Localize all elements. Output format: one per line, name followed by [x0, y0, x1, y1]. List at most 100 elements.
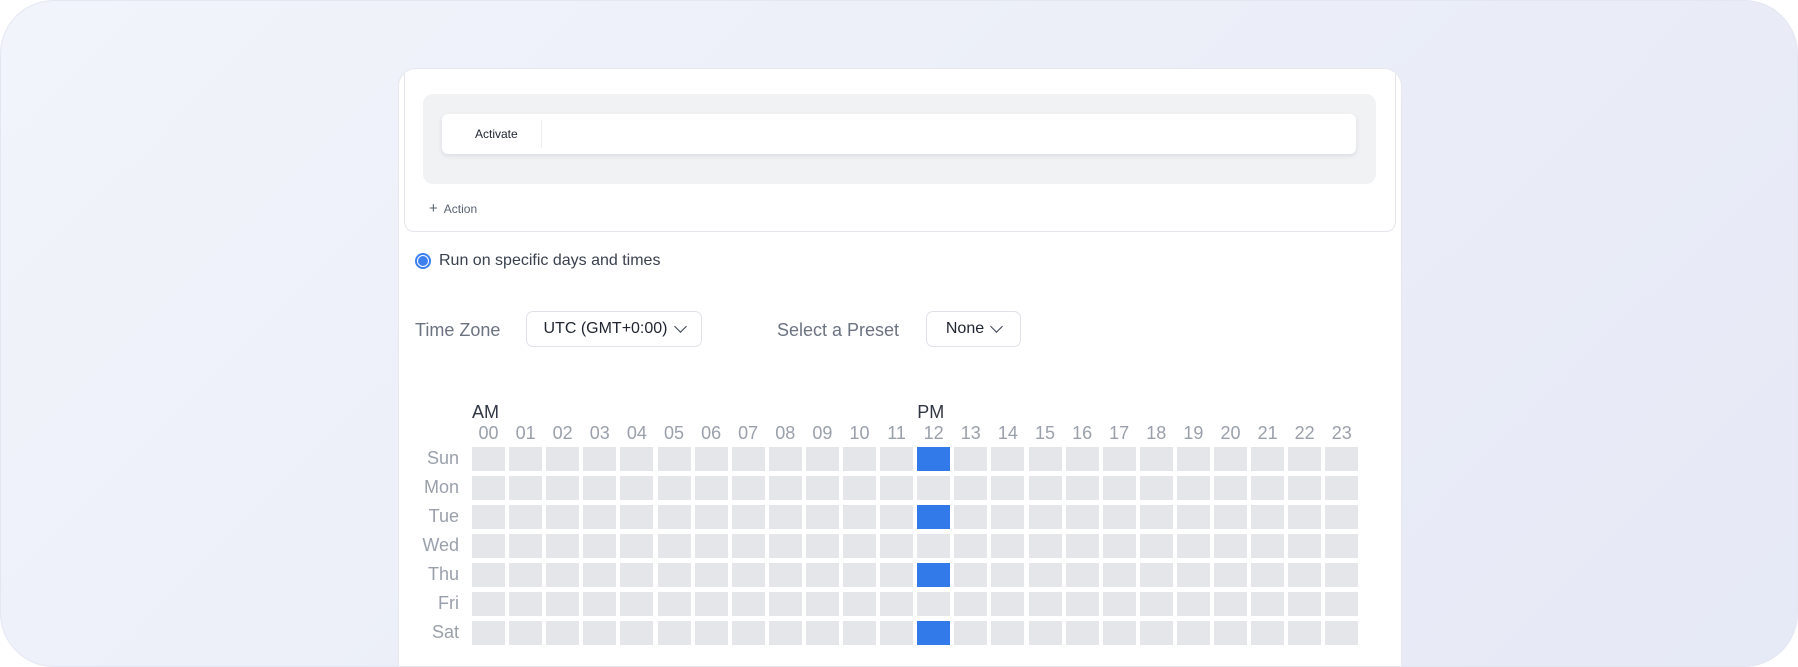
schedule-cell[interactable] — [880, 563, 914, 587]
schedule-cell[interactable] — [620, 563, 654, 587]
schedule-cell[interactable] — [1028, 476, 1062, 500]
schedule-cell[interactable] — [1176, 534, 1210, 558]
schedule-cell[interactable] — [1065, 534, 1099, 558]
schedule-cell[interactable] — [657, 476, 691, 500]
schedule-cell[interactable] — [694, 592, 728, 616]
schedule-cell[interactable] — [546, 505, 580, 529]
schedule-cell[interactable] — [1288, 447, 1322, 471]
schedule-cell[interactable] — [731, 592, 765, 616]
schedule-cell[interactable] — [583, 563, 617, 587]
schedule-cell[interactable] — [768, 476, 802, 500]
schedule-cell[interactable] — [620, 592, 654, 616]
schedule-cell[interactable] — [917, 592, 951, 616]
schedule-cell[interactable] — [694, 447, 728, 471]
schedule-cell[interactable] — [954, 592, 988, 616]
schedule-cell[interactable] — [1288, 621, 1322, 645]
schedule-cell[interactable] — [1176, 476, 1210, 500]
schedule-cell[interactable] — [1214, 621, 1247, 645]
schedule-cell[interactable] — [1139, 592, 1173, 616]
schedule-cell[interactable] — [1102, 563, 1136, 587]
schedule-cell[interactable] — [1102, 534, 1136, 558]
schedule-cell[interactable] — [472, 592, 505, 616]
schedule-cell[interactable] — [1214, 563, 1247, 587]
schedule-cell[interactable] — [917, 621, 951, 645]
schedule-cell[interactable] — [1325, 592, 1359, 616]
schedule-cell[interactable] — [954, 534, 988, 558]
schedule-cell[interactable] — [1139, 534, 1173, 558]
schedule-cell[interactable] — [1325, 563, 1359, 587]
schedule-cell[interactable] — [583, 447, 617, 471]
schedule-cell[interactable] — [991, 592, 1025, 616]
schedule-cell[interactable] — [1176, 621, 1210, 645]
schedule-cell[interactable] — [1065, 592, 1099, 616]
schedule-cell[interactable] — [694, 563, 728, 587]
schedule-cell[interactable] — [805, 476, 839, 500]
schedule-cell[interactable] — [546, 476, 580, 500]
schedule-cell[interactable] — [880, 505, 914, 529]
schedule-cell[interactable] — [1325, 621, 1359, 645]
schedule-cell[interactable] — [1176, 505, 1210, 529]
schedule-cell[interactable] — [546, 534, 580, 558]
schedule-cell[interactable] — [583, 592, 617, 616]
schedule-cell[interactable] — [694, 505, 728, 529]
schedule-cell[interactable] — [620, 534, 654, 558]
schedule-cell[interactable] — [768, 534, 802, 558]
schedule-cell[interactable] — [768, 447, 802, 471]
schedule-cell[interactable] — [843, 534, 876, 558]
schedule-cell[interactable] — [805, 563, 839, 587]
schedule-cell[interactable] — [1288, 505, 1322, 529]
schedule-cell[interactable] — [917, 534, 951, 558]
schedule-cell[interactable] — [1102, 621, 1136, 645]
schedule-cell[interactable] — [1251, 592, 1285, 616]
schedule-cell[interactable] — [546, 447, 580, 471]
schedule-cell[interactable] — [954, 621, 988, 645]
schedule-cell[interactable] — [472, 563, 505, 587]
schedule-cell[interactable] — [1102, 447, 1136, 471]
schedule-cell[interactable] — [954, 563, 988, 587]
schedule-cell[interactable] — [1028, 621, 1062, 645]
schedule-cell[interactable] — [1251, 563, 1285, 587]
schedule-cell[interactable] — [880, 476, 914, 500]
preset-select[interactable]: None — [926, 311, 1021, 347]
schedule-cell[interactable] — [1176, 447, 1210, 471]
schedule-cell[interactable] — [731, 534, 765, 558]
schedule-cell[interactable] — [1028, 592, 1062, 616]
schedule-cell[interactable] — [843, 563, 876, 587]
schedule-cell[interactable] — [991, 563, 1025, 587]
schedule-cell[interactable] — [1139, 476, 1173, 500]
schedule-cell[interactable] — [1139, 563, 1173, 587]
schedule-cell[interactable] — [805, 621, 839, 645]
schedule-cell[interactable] — [768, 563, 802, 587]
schedule-cell[interactable] — [991, 476, 1025, 500]
schedule-cell[interactable] — [768, 592, 802, 616]
schedule-cell[interactable] — [1028, 505, 1062, 529]
schedule-cell[interactable] — [880, 621, 914, 645]
timezone-select[interactable]: UTC (GMT+0:00) — [526, 311, 702, 347]
action-item[interactable]: Activate — [442, 114, 1356, 154]
schedule-cell[interactable] — [509, 563, 543, 587]
schedule-cell[interactable] — [917, 505, 951, 529]
schedule-cell[interactable] — [1325, 505, 1359, 529]
schedule-cell[interactable] — [620, 621, 654, 645]
schedule-cell[interactable] — [768, 621, 802, 645]
schedule-cell[interactable] — [620, 505, 654, 529]
schedule-cell[interactable] — [1214, 592, 1247, 616]
schedule-cell[interactable] — [1288, 534, 1322, 558]
schedule-cell[interactable] — [805, 534, 839, 558]
schedule-cell[interactable] — [1028, 534, 1062, 558]
schedule-cell[interactable] — [694, 534, 728, 558]
schedule-cell[interactable] — [1102, 592, 1136, 616]
schedule-cell[interactable] — [843, 505, 876, 529]
schedule-cell[interactable] — [991, 621, 1025, 645]
schedule-cell[interactable] — [1176, 592, 1210, 616]
schedule-cell[interactable] — [1214, 476, 1247, 500]
schedule-cell[interactable] — [509, 447, 543, 471]
schedule-cell[interactable] — [917, 447, 951, 471]
add-action-button[interactable]: + Action — [429, 200, 477, 217]
schedule-cell[interactable] — [1251, 534, 1285, 558]
schedule-cell[interactable] — [509, 476, 543, 500]
schedule-cell[interactable] — [1065, 505, 1099, 529]
schedule-cell[interactable] — [805, 505, 839, 529]
schedule-cell[interactable] — [583, 476, 617, 500]
schedule-cell[interactable] — [1102, 476, 1136, 500]
